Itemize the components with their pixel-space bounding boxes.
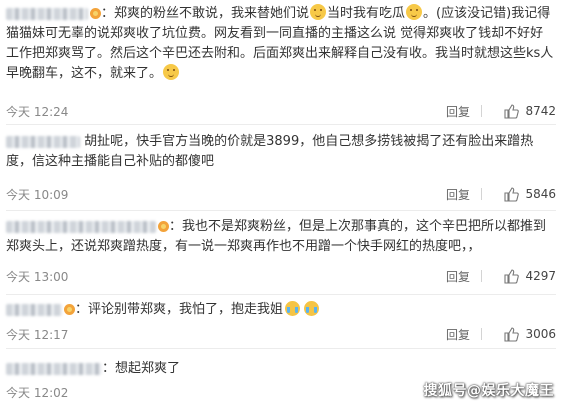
- separator: [481, 270, 482, 282]
- comment-time: 今天 12:17: [6, 328, 69, 342]
- like-button[interactable]: 5846: [503, 184, 556, 204]
- separator: [481, 328, 482, 340]
- comment-item: 胡扯呢，快手官方当晚的价就是3899，他自己想多捞钱被揭了还有脸出来蹭热度，信这…: [0, 125, 562, 210]
- comment-text-part: 当时我有吃瓜: [327, 6, 406, 21]
- comment-body: ：我也不是郑爽粉丝，但是上次那事真的，这个辛巴把所以都推到郑爽头上，还说郑爽蹭热…: [6, 219, 547, 254]
- comment-body: ：评论别带郑爽，我怕了，抱走我姐: [6, 300, 556, 320]
- comment-meta: 今天 13:00 回复 4297: [6, 266, 556, 286]
- emoji-crying-icon: [304, 301, 320, 316]
- comment-body: ：想起郑爽了: [6, 359, 556, 379]
- username-blurred[interactable]: [6, 135, 80, 148]
- comment-meta: 今天 12:17 回复 3006: [6, 324, 556, 344]
- like-count: 4297: [525, 269, 556, 283]
- comment-time: 今天 12:24: [6, 105, 69, 119]
- separator: [481, 105, 482, 117]
- username-blurred[interactable]: [6, 362, 102, 375]
- username-blurred[interactable]: [6, 303, 62, 316]
- like-button[interactable]: 8742: [503, 101, 556, 121]
- username-blurred[interactable]: [6, 7, 88, 20]
- comment-body: ：郑爽的粉丝不敢说，我来替她们说 当时我有吃瓜 。(应该没记错)我记得猫猫妹可无辜的…: [6, 4, 554, 81]
- like-count: 8742: [525, 104, 556, 118]
- comment-text-part: 评论别带郑爽，我怕了，抱走我姐: [88, 302, 284, 317]
- comment-time: 今天 10:09: [6, 188, 69, 202]
- like-button[interactable]: 4297: [503, 266, 556, 286]
- comment-text-part: 郑爽的粉丝不敢说，我来替她们说: [114, 6, 310, 21]
- reply-button[interactable]: 回复: [446, 268, 470, 285]
- vip-badge-icon: [64, 304, 75, 315]
- comment-time: 今天 12:02: [6, 386, 69, 400]
- like-button[interactable]: 3006: [503, 324, 556, 344]
- separator: [481, 188, 482, 200]
- emoji-grin-icon: [163, 64, 180, 80]
- like-count: 5846: [525, 187, 556, 201]
- comment-meta: 今天 10:09 回复 5846: [6, 184, 556, 204]
- thumbs-up-icon: [504, 269, 520, 284]
- watermark: 搜狐号@娱乐大魔王: [423, 383, 554, 399]
- thumbs-up-icon: [504, 187, 520, 202]
- vip-badge-icon: [90, 8, 101, 19]
- reply-button[interactable]: 回复: [446, 103, 470, 120]
- thumbs-up-icon: [504, 104, 520, 119]
- comment-text-part: 胡扯呢，快手官方当晚的价就是3899，他自己想多捞钱被揭了还有脸出来蹭热度，信这…: [6, 134, 534, 169]
- comment-item: ：评论别带郑爽，我怕了，抱走我姐 今天 12:17 回复 3006: [0, 295, 562, 348]
- thumbs-up-icon: [504, 327, 520, 342]
- reply-button[interactable]: 回复: [446, 326, 470, 343]
- username-blurred[interactable]: [6, 220, 156, 233]
- comment-item: ：我也不是郑爽粉丝，但是上次那事真的，这个辛巴把所以都推到郑爽头上，还说郑爽蹭热…: [0, 211, 562, 294]
- comment-body: 胡扯呢，快手官方当晚的价就是3899，他自己想多捞钱被揭了还有脸出来蹭热度，信这…: [6, 132, 556, 172]
- emoji-smile-icon: [310, 4, 327, 20]
- emoji-smile-icon: [406, 4, 423, 20]
- comment-time: 今天 13:00: [6, 270, 69, 284]
- vip-badge-icon: [158, 221, 169, 232]
- comment-item: ：郑爽的粉丝不敢说，我来替她们说 当时我有吃瓜 。(应该没记错)我记得猫猫妹可无辜的…: [0, 0, 562, 124]
- reply-button[interactable]: 回复: [446, 186, 470, 203]
- comment-text-part: 想起郑爽了: [115, 361, 181, 376]
- like-count: 3006: [525, 327, 556, 341]
- emoji-crying-icon: [285, 301, 301, 316]
- comment-meta: 今天 12:24 回复 8742: [6, 101, 556, 121]
